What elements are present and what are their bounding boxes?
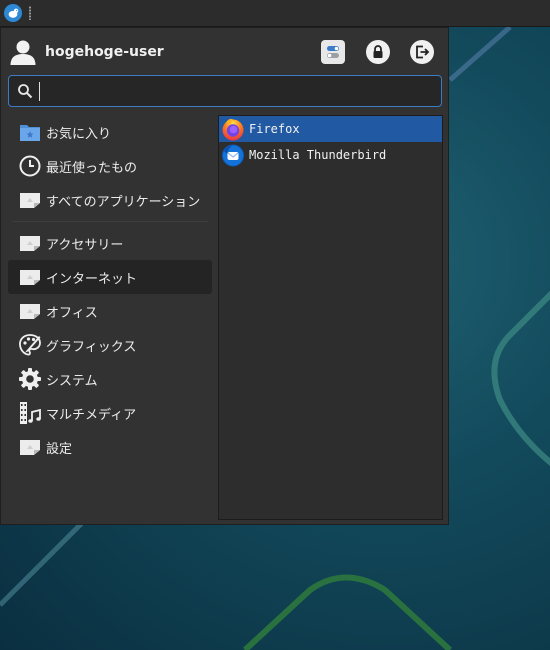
panel-drag-handle[interactable] <box>28 6 32 20</box>
palette-icon <box>18 333 42 357</box>
category-separator <box>12 221 208 222</box>
logout-icon <box>416 45 430 59</box>
category-label: アクセサリー <box>46 237 124 253</box>
category-placeholder-icon <box>18 435 42 459</box>
lock-icon <box>373 45 383 58</box>
category-placeholder-icon <box>18 188 42 212</box>
category-settings[interactable]: 設定 <box>8 430 212 464</box>
search-box[interactable] <box>8 75 442 107</box>
category-list: お気に入り 最近使ったもの すべてのアプリケーション アクセサリー インターネッ… <box>8 115 212 464</box>
category-system[interactable]: システム <box>8 362 212 396</box>
logout-button[interactable] <box>410 40 434 64</box>
settings-toggle-icon <box>327 46 339 58</box>
clock-icon <box>18 154 42 178</box>
category-recent[interactable]: 最近使ったもの <box>8 149 212 183</box>
whisker-menu-button[interactable] <box>4 4 22 22</box>
category-accessories[interactable]: アクセサリー <box>8 226 212 260</box>
app-firefox[interactable]: Firefox <box>219 116 442 142</box>
category-label: グラフィックス <box>46 339 137 355</box>
category-office[interactable]: オフィス <box>8 294 212 328</box>
firefox-icon <box>222 118 244 141</box>
category-placeholder-icon <box>18 231 42 255</box>
category-favorites[interactable]: お気に入り <box>8 115 212 149</box>
settings-manager-button[interactable] <box>321 40 345 64</box>
category-multimedia[interactable]: マルチメディア <box>8 396 212 430</box>
category-label: お気に入り <box>46 126 112 142</box>
category-all-applications[interactable]: すべてのアプリケーション <box>8 183 212 217</box>
category-label: オフィス <box>46 305 98 321</box>
whisker-menu: hogehoge-user お気に入り 最近使ったもの すべてのアプリケーション… <box>0 27 449 525</box>
category-label: 最近使ったもの <box>46 160 138 176</box>
multimedia-icon <box>18 401 42 425</box>
category-label: すべてのアプリケーション <box>46 194 201 210</box>
app-thunderbird[interactable]: Mozilla Thunderbird <box>219 142 442 168</box>
user-name: hogehoge-user <box>45 44 164 60</box>
thunderbird-icon <box>222 144 244 167</box>
user-avatar-icon <box>10 40 36 65</box>
category-placeholder-icon <box>18 265 42 289</box>
category-graphics[interactable]: グラフィックス <box>8 328 212 362</box>
category-placeholder-icon <box>18 299 42 323</box>
top-panel <box>0 0 550 27</box>
favorites-folder-icon <box>18 120 42 144</box>
category-label: マルチメディア <box>46 407 137 423</box>
category-label: 設定 <box>46 441 73 457</box>
mouse-logo-icon <box>8 8 19 18</box>
search-input[interactable] <box>39 81 434 101</box>
category-label: インターネット <box>46 271 138 287</box>
lock-screen-button[interactable] <box>366 40 390 64</box>
text-cursor <box>39 82 40 101</box>
category-label: システム <box>46 373 98 389</box>
app-label: Firefox <box>249 122 300 136</box>
gear-icon <box>18 367 42 391</box>
category-internet[interactable]: インターネット <box>8 260 212 294</box>
app-label: Mozilla Thunderbird <box>249 148 387 162</box>
search-icon <box>18 84 33 99</box>
user-info: hogehoge-user <box>9 36 164 68</box>
application-list: Firefox Mozilla Thunderbird <box>218 115 443 520</box>
